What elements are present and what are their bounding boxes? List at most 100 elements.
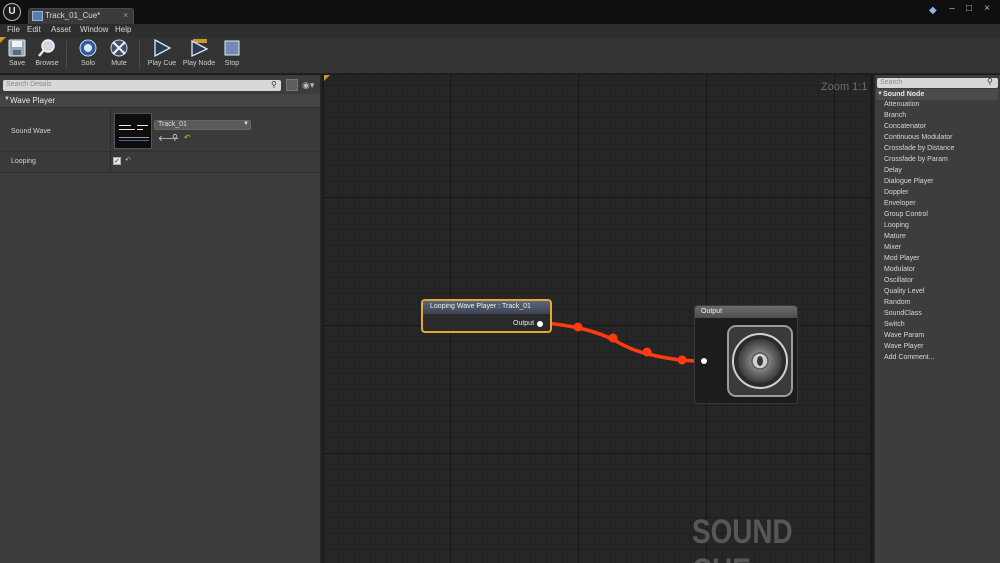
details-panel: Search Details ⚲ ◉▾ ▼ Wave Player Sound … bbox=[0, 75, 322, 563]
node-title-bar: Output bbox=[695, 306, 797, 318]
palette-item[interactable]: Delay bbox=[884, 167, 902, 174]
palette-item[interactable]: Enveloper bbox=[884, 200, 916, 207]
browse-button[interactable]: Browse bbox=[33, 39, 61, 67]
document-tab[interactable]: Track_01_Cue* × bbox=[28, 8, 134, 24]
palette-search-placeholder: Search bbox=[880, 79, 903, 86]
play-cue-label: Play Cue bbox=[147, 60, 177, 67]
menu-file[interactable]: File bbox=[7, 25, 20, 34]
looping-label: Looping bbox=[11, 158, 36, 165]
toolbar-separator bbox=[139, 41, 140, 69]
reset-to-default-icon[interactable]: ↶ bbox=[184, 133, 191, 142]
palette-item[interactable]: Mixer bbox=[884, 244, 901, 251]
mute-icon bbox=[109, 39, 129, 57]
palette-item[interactable]: Modulator bbox=[884, 266, 915, 273]
wire-bubble[interactable] bbox=[677, 355, 687, 365]
sound-wave-thumbnail[interactable] bbox=[114, 113, 152, 149]
unreal-logo-icon: U bbox=[3, 3, 21, 21]
output-node[interactable]: Output bbox=[694, 305, 798, 404]
palette-category-header[interactable]: ▼ Sound Node bbox=[876, 89, 998, 100]
palette-item[interactable]: Crossfade by Param bbox=[884, 156, 948, 163]
palette-item[interactable]: Oscillator bbox=[884, 277, 913, 284]
minimize-button[interactable]: – bbox=[945, 3, 959, 15]
palette-item[interactable]: Quality Level bbox=[884, 288, 924, 295]
speaker-icon bbox=[727, 325, 793, 397]
palette-item[interactable]: SoundClass bbox=[884, 310, 922, 317]
details-search-placeholder: Search Details bbox=[6, 81, 52, 88]
palette-item[interactable]: Concatenator bbox=[884, 123, 926, 130]
palette-item[interactable]: Mod Player bbox=[884, 255, 919, 262]
palette-item[interactable]: Crossfade by Distance bbox=[884, 145, 954, 152]
node-title-bar: Looping Wave Player : Track_01 bbox=[423, 301, 550, 314]
chevron-down-icon: ▼ bbox=[243, 121, 249, 127]
palette-item[interactable]: Add Comment... bbox=[884, 354, 935, 361]
save-button[interactable]: Save bbox=[4, 39, 30, 67]
mute-button[interactable]: Mute bbox=[106, 39, 132, 67]
wire-bubble[interactable] bbox=[573, 322, 583, 332]
column-divider[interactable] bbox=[110, 108, 111, 151]
palette-item[interactable]: Wave Param bbox=[884, 332, 924, 339]
browse-asset-icon[interactable]: ⚲ bbox=[172, 133, 178, 142]
menu-bar: File Edit Asset Window Help bbox=[0, 24, 1000, 37]
palette-item[interactable]: Looping bbox=[884, 222, 909, 229]
close-window-button[interactable]: × bbox=[980, 3, 994, 15]
menu-edit[interactable]: Edit bbox=[27, 25, 41, 34]
save-label: Save bbox=[9, 60, 25, 67]
browse-label: Browse bbox=[35, 60, 59, 67]
output-pin-label: Output bbox=[513, 320, 535, 327]
search-icon: ⚲ bbox=[271, 80, 277, 89]
wave-player-category-header[interactable]: ▼ Wave Player bbox=[0, 94, 320, 108]
sound-wave-label: Sound Wave bbox=[11, 128, 51, 135]
palette-search-input[interactable]: Search ⚲ bbox=[877, 77, 998, 88]
save-icon bbox=[7, 39, 27, 57]
maximize-button[interactable]: □ bbox=[962, 3, 976, 15]
sound-wave-asset-combo[interactable]: Track_01 ▼ bbox=[154, 120, 251, 130]
stop-icon bbox=[222, 39, 242, 57]
play-node-button[interactable]: Play Node bbox=[181, 39, 217, 67]
palette-item[interactable]: Switch bbox=[884, 321, 905, 328]
palette-item[interactable]: Doppler bbox=[884, 189, 909, 196]
mute-label: Mute bbox=[111, 60, 127, 67]
solo-icon bbox=[78, 39, 98, 57]
sound-wave-row: Sound Wave bbox=[0, 108, 320, 152]
output-pin[interactable] bbox=[537, 321, 543, 327]
palette-item[interactable]: Branch bbox=[884, 112, 906, 119]
help-icon[interactable]: ◆ bbox=[929, 6, 939, 16]
palette-item[interactable]: Attenuation bbox=[884, 101, 919, 108]
looping-wave-player-node[interactable]: Looping Wave Player : Track_01 Output bbox=[421, 299, 552, 333]
category-title: Wave Player bbox=[10, 96, 56, 105]
wire-bubble[interactable] bbox=[608, 333, 618, 343]
search-icon: ⚲ bbox=[987, 77, 993, 86]
menu-asset[interactable]: Asset bbox=[51, 25, 71, 34]
document-tab-label: Track_01_Cue* bbox=[45, 11, 101, 20]
details-search-input[interactable]: Search Details ⚲ bbox=[3, 80, 281, 91]
reset-to-default-icon[interactable]: ↶ bbox=[125, 156, 131, 164]
browse-icon bbox=[37, 39, 57, 57]
palette-item[interactable]: Group Control bbox=[884, 211, 928, 218]
palette-item[interactable]: Continuous Modulator bbox=[884, 134, 953, 141]
looping-checkbox[interactable]: ✓ bbox=[113, 157, 121, 165]
menu-window[interactable]: Window bbox=[80, 25, 108, 34]
input-pin[interactable] bbox=[701, 358, 707, 364]
property-matrix-button[interactable] bbox=[286, 79, 298, 91]
sound-cue-graph[interactable]: Zoom 1:1 SOUND CUE Looping Wave Player :… bbox=[324, 75, 870, 563]
palette-panel: Search ⚲ ▼ Sound Node Attenuation Branch C… bbox=[873, 75, 1000, 563]
column-divider[interactable] bbox=[110, 152, 111, 172]
play-cue-button[interactable]: Play Cue bbox=[146, 38, 178, 67]
tab-close-icon[interactable]: × bbox=[123, 10, 128, 20]
view-options-eye-icon[interactable]: ◉▾ bbox=[302, 80, 314, 91]
solo-button[interactable]: Solo bbox=[75, 39, 101, 67]
palette-item[interactable]: Dialogue Player bbox=[884, 178, 933, 185]
stop-label: Stop bbox=[224, 60, 240, 67]
palette-item[interactable]: Mature bbox=[884, 233, 906, 240]
palette-item[interactable]: Random bbox=[884, 299, 910, 306]
looping-row: Looping bbox=[0, 152, 320, 173]
wire-bubble[interactable] bbox=[642, 347, 652, 357]
play-node-icon bbox=[189, 39, 209, 58]
menu-help[interactable]: Help bbox=[115, 25, 131, 34]
palette-item[interactable]: Wave Player bbox=[884, 343, 923, 350]
stop-button[interactable]: Stop bbox=[220, 39, 244, 67]
solo-label: Solo bbox=[80, 60, 95, 67]
node-title: Looping Wave Player : Track_01 bbox=[430, 303, 531, 310]
sound-cue-asset-icon bbox=[32, 11, 43, 21]
sound-wave-value: Track_01 bbox=[158, 121, 187, 128]
